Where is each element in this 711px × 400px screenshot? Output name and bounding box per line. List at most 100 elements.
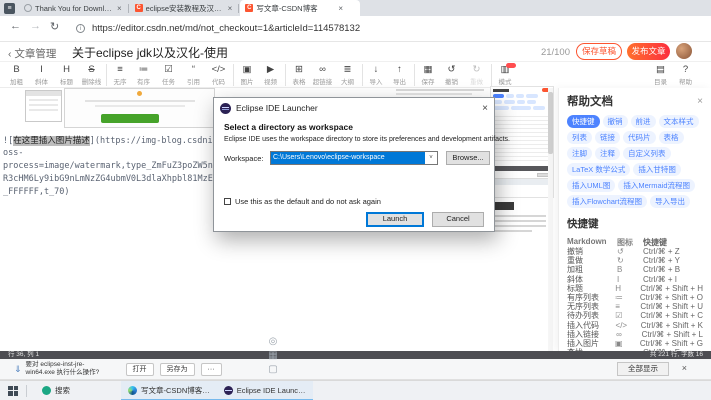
help-tag[interactable]: 文本样式 xyxy=(659,115,699,128)
help-tag[interactable]: 快捷键 xyxy=(567,115,600,128)
more-options-icon[interactable]: ··· xyxy=(201,363,222,376)
toolbar-button[interactable]: ≣ 大纲 xyxy=(335,64,360,86)
toolbar-button[interactable]: ↑ 导出 xyxy=(387,64,412,86)
dialog-heading: Select a directory as workspace xyxy=(224,122,353,132)
tab-csdn-article[interactable]: C eclipse安装教程及汉化-CSDN × xyxy=(130,0,238,16)
dialog-title-bar[interactable]: Eclipse IDE Launcher × xyxy=(214,98,494,118)
close-icon[interactable]: × xyxy=(228,4,233,13)
help-tag[interactable]: 插入Flowchart流程图 xyxy=(567,195,647,208)
toolbar-button[interactable]: ☑ 任务 xyxy=(156,64,181,86)
toolbar-button-label: 图片 xyxy=(241,76,254,86)
taskbar-eclipse-app[interactable]: Eclipse IDE Launc… xyxy=(217,381,313,400)
help-tag[interactable]: LaTeX 数学公式 xyxy=(567,163,630,176)
help-tag[interactable]: 自定义列表 xyxy=(623,147,671,160)
avatar[interactable] xyxy=(676,43,692,59)
launch-button[interactable]: Launch xyxy=(366,212,424,227)
toolbar-button[interactable]: S 删除线 xyxy=(79,64,104,86)
open-button[interactable]: 打开 xyxy=(126,363,154,376)
forward-icon[interactable]: → xyxy=(30,20,41,32)
toolbar-button[interactable]: ⊞ 表格 xyxy=(285,64,310,86)
toolbar-button[interactable]: H 标题 xyxy=(54,64,79,86)
browse-button[interactable]: Browse... xyxy=(446,151,490,165)
close-icon[interactable]: × xyxy=(697,96,703,107)
chevron-down-icon[interactable]: ˅ xyxy=(425,152,437,164)
toolbar-button[interactable]: ▣ 图片 xyxy=(233,64,258,86)
shortcut-icon: H xyxy=(615,284,640,293)
toolbar-button[interactable]: ▶ 视频 xyxy=(258,64,283,86)
close-icon[interactable]: × xyxy=(682,363,687,373)
url-text[interactable]: https://editor.csdn.net/md/not_checkout=… xyxy=(92,23,360,34)
checkbox-icon[interactable] xyxy=(224,198,231,205)
toolbar-button[interactable]: I 斜体 xyxy=(29,64,54,86)
markdown-line[interactable]: _FFFFFF,t_70) xyxy=(3,187,215,197)
divider xyxy=(26,385,27,397)
download-icon: ⇓ xyxy=(14,364,22,375)
toolbar-button[interactable]: ↺ 撤销 xyxy=(439,64,464,86)
start-button-icon[interactable] xyxy=(8,386,18,396)
help-tag[interactable]: 注释 xyxy=(595,147,620,160)
editor-float-icon[interactable]: ▦ xyxy=(266,350,280,361)
taskbar: 搜索 写文章-CSDN博客… Eclipse IDE Launc… xyxy=(0,380,711,400)
help-tag[interactable]: 表格 xyxy=(659,131,684,144)
decor xyxy=(26,91,61,96)
close-icon[interactable]: × xyxy=(117,4,122,13)
toolbar-button[interactable]: ≔ 有序 xyxy=(131,64,156,86)
editor-scrollbar-thumb[interactable] xyxy=(548,92,553,154)
toolbar-button[interactable]: ↓ 导入 xyxy=(362,64,387,86)
toolbar-button[interactable]: ? 帮助 xyxy=(673,64,698,86)
article-title-input[interactable] xyxy=(72,44,452,60)
decor xyxy=(492,215,546,217)
help-tag[interactable]: 插入UML图 xyxy=(567,179,615,192)
markdown-line[interactable]: R3cHM6Ly9ibG9nLmNzZG4ubmV0L3dlaXhpbl81Mz… xyxy=(3,174,215,184)
tab-actions-icon[interactable]: ≡ xyxy=(4,3,15,14)
toolbar-button-icon: ≔ xyxy=(139,64,149,75)
help-tag[interactable]: 导入导出 xyxy=(650,195,690,208)
taskbar-edge-app[interactable]: 写文章-CSDN博客… xyxy=(121,381,217,400)
toolbar-button-icon: ▥ xyxy=(501,64,510,75)
help-tag[interactable]: 插入Mermaid流程图 xyxy=(618,179,695,192)
help-tag[interactable]: 插入甘特图 xyxy=(633,163,681,176)
publish-button[interactable]: 发布文章 xyxy=(627,43,670,60)
site-info-icon[interactable]: i xyxy=(76,24,85,33)
help-tag[interactable]: 撤销 xyxy=(603,115,628,128)
taskbar-search[interactable]: 搜索 xyxy=(35,381,77,400)
workspace-combobox[interactable]: C:\Users\Lenovo\eclipse-workspace ˅ xyxy=(270,151,438,165)
show-all-downloads-button[interactable]: 全部显示 xyxy=(617,362,669,376)
toolbar-button[interactable]: ∞ 超链接 xyxy=(310,64,335,86)
save-as-button[interactable]: 另存为 xyxy=(160,363,195,376)
shortcut-icon: </> xyxy=(616,321,641,330)
help-tag[interactable]: 前进 xyxy=(631,115,656,128)
markdown-line[interactable]: ![在这里插入图片描述](https://img-blog.csdnimg.cn… xyxy=(3,134,215,146)
save-draft-button[interactable]: 保存草稿 xyxy=(576,43,622,60)
toolbar-button[interactable]: ▦ 保存 xyxy=(414,64,439,86)
markdown-line[interactable]: oss- xyxy=(3,148,215,158)
title-char-counter: 21/100 xyxy=(530,47,570,58)
back-to-articles-link[interactable]: ‹ 文章管理 xyxy=(8,46,56,61)
help-tag[interactable]: 列表 xyxy=(567,131,592,144)
editor-float-icon[interactable]: ▢ xyxy=(266,364,280,375)
toolbar-button[interactable]: B 加粗 xyxy=(4,64,29,86)
refresh-icon[interactable]: ↻ xyxy=(50,20,59,33)
table-row: 标题 H Ctrl/⌘ + Shift + H xyxy=(567,284,703,293)
help-tag[interactable]: 注脚 xyxy=(567,147,592,160)
toolbar-button-icon: H xyxy=(63,64,70,75)
tab-csdn-editor[interactable]: C 写文章-CSDN博客 × xyxy=(240,0,360,16)
help-tag[interactable]: 代码片 xyxy=(623,131,656,144)
editor-float-icon[interactable]: ◎ xyxy=(266,336,280,347)
default-workspace-checkbox[interactable]: Use this as the default and do not ask a… xyxy=(224,197,381,206)
toolbar-button[interactable]: ↻ 重做 xyxy=(464,64,489,86)
toolbar-button[interactable]: ▤ 目录 xyxy=(648,64,673,86)
close-icon[interactable]: × xyxy=(338,4,343,13)
toolbar-button[interactable]: </> 代码 xyxy=(206,64,231,86)
tab-eclipse-download[interactable]: Thank You for Downloading Ecli × xyxy=(19,0,127,16)
help-tag[interactable]: 链接 xyxy=(595,131,620,144)
back-icon[interactable]: ← xyxy=(10,20,21,32)
toolbar-button[interactable]: “ 引用 xyxy=(181,64,206,86)
markdown-line[interactable]: process=image/watermark,type_ZmFuZ3poZW5… xyxy=(3,161,215,171)
edge-icon xyxy=(128,386,137,395)
cancel-button[interactable]: Cancel xyxy=(432,212,484,227)
toolbar-button[interactable]: ▥ 模式 xyxy=(491,64,516,86)
close-icon[interactable]: × xyxy=(482,103,488,114)
shortcut-icon: I xyxy=(617,275,643,284)
toolbar-button[interactable]: ≡ 无序 xyxy=(106,64,131,86)
